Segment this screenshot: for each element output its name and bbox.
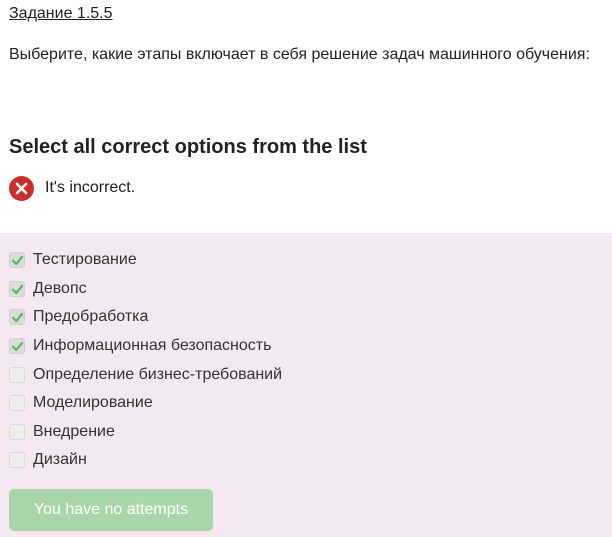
checkmark-icon xyxy=(11,341,23,351)
option-checkbox[interactable] xyxy=(9,424,25,440)
option-item[interactable]: Определение бизнес-требований xyxy=(9,365,282,385)
option-label: Предобработка xyxy=(33,308,149,325)
option-item[interactable]: Девопс xyxy=(9,279,87,299)
checkmark-icon xyxy=(11,312,23,322)
option-item[interactable]: Информационная безопасность xyxy=(9,336,271,356)
option-label: Дизайн xyxy=(33,451,87,468)
checkmark-icon xyxy=(11,284,23,294)
option-checkbox[interactable] xyxy=(9,309,25,325)
option-item[interactable]: Дизайн xyxy=(9,450,87,470)
task-title[interactable]: Задание 1.5.5 xyxy=(9,5,113,23)
option-item[interactable]: Предобработка xyxy=(9,307,148,327)
option-label: Тестирование xyxy=(33,251,137,268)
checkmark-icon xyxy=(11,255,23,265)
option-label: Девопс xyxy=(33,280,87,297)
option-item[interactable]: Моделирование xyxy=(9,393,153,413)
option-checkbox[interactable] xyxy=(9,281,25,297)
option-item[interactable]: Внедрение xyxy=(9,422,115,442)
option-checkbox[interactable] xyxy=(9,367,25,383)
result-status-text: It's incorrect. xyxy=(45,179,136,196)
result-status: It's incorrect. xyxy=(9,175,135,201)
option-label: Информационная безопасность xyxy=(33,337,272,354)
option-label: Определение бизнес-требований xyxy=(33,366,283,383)
option-label: Моделирование xyxy=(33,394,153,411)
option-checkbox[interactable] xyxy=(9,395,25,411)
option-checkbox[interactable] xyxy=(9,338,25,354)
option-label: Внедрение xyxy=(33,423,115,440)
x-circle-icon xyxy=(9,175,34,201)
quiz-instruction: Select all correct options from the list xyxy=(9,136,367,158)
option-item[interactable]: Тестирование xyxy=(9,250,137,270)
option-checkbox[interactable] xyxy=(9,452,25,468)
option-checkbox[interactable] xyxy=(9,252,25,268)
submit-button[interactable]: You have no attempts xyxy=(9,489,213,531)
question-text: Выберите, какие этапы включает в себя ре… xyxy=(9,46,590,63)
